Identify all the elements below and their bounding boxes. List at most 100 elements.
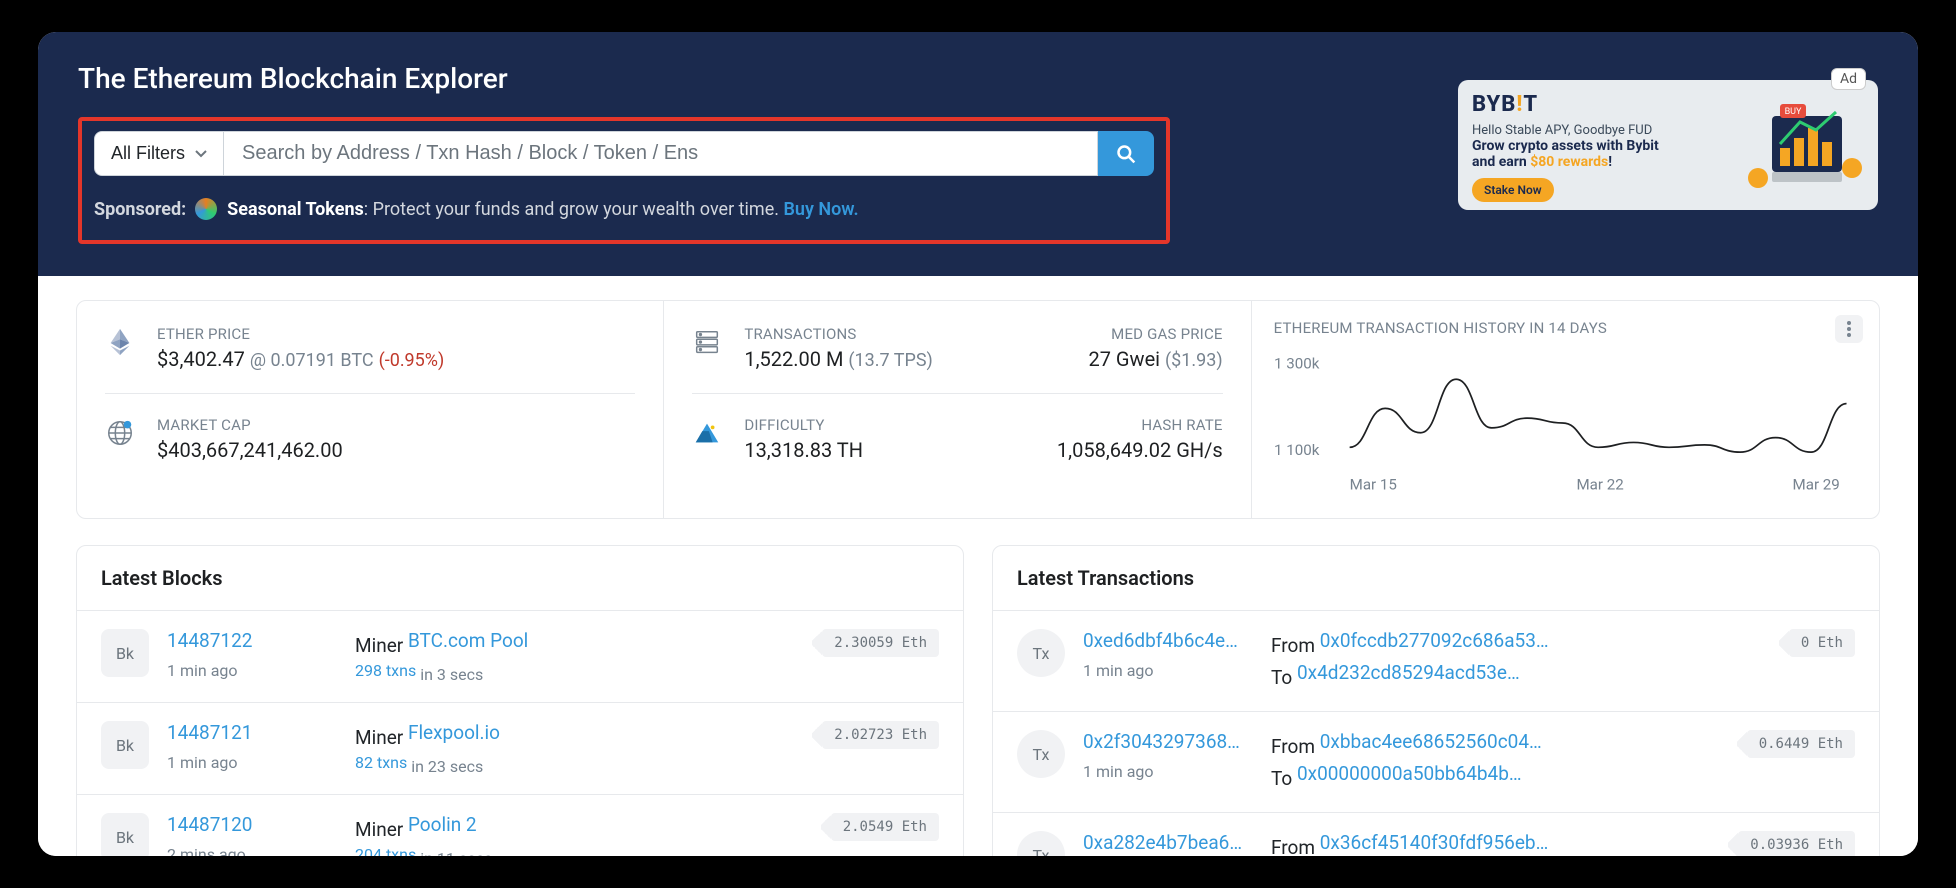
block-reward: 2.0549 Eth [831,813,939,841]
tx-hash-link[interactable]: 0x2f3043297368… [1083,730,1240,753]
block-row: Bk 14487122 1 min ago Miner BTC.com Pool 298… [77,611,963,703]
block-icon: Bk [101,629,149,677]
hero: The Ethereum Blockchain Explorer All Fil… [38,32,1918,276]
ad-line2b: and earn $80 rewards! [1472,154,1744,170]
miner-link[interactable]: Poolin 2 [408,813,477,836]
block-row: Bk 14487120 2 mins ago Miner Poolin 2 204 tx… [77,795,963,856]
buy-now-link[interactable]: Buy Now. [783,199,858,220]
block-icon: Bk [101,813,149,856]
from-link[interactable]: 0x36cf45140f30fdf956eb… [1320,831,1549,854]
tx-age: 1 min ago [1083,762,1253,781]
stat-value: $3,402.47 @ 0.07191 BTC (-0.95%) [157,347,635,371]
tx-age: 1 min ago [1083,661,1253,680]
tx-value: 0 Eth [1789,629,1855,657]
stat-label: MED GAS PRICE [1088,325,1222,343]
tx-from: From 0x0fccdb277092c686a53… [1271,629,1757,657]
stat-chart-col: ETHEREUM TRANSACTION HISTORY IN 14 DAYS … [1252,301,1879,518]
tx-hash-link[interactable]: 0xed6dbf4b6c4e… [1083,629,1238,652]
svg-text:Mar 22: Mar 22 [1576,475,1623,493]
ad-chart-icon: BUY [1744,92,1864,198]
chart-title: ETHEREUM TRANSACTION HISTORY IN 14 DAYS [1274,319,1857,337]
stat-market-cap: MARKET CAP $403,667,241,462.00 [105,393,635,462]
tx-value: 0.03936 Eth [1738,831,1855,856]
block-miner: Miner Poolin 2 [355,813,799,841]
tx-row: Tx 0xed6dbf4b6c4e… 1 min ago From 0x0fccdb2… [993,611,1879,712]
stats-card: ETHER PRICE $3,402.47 @ 0.07191 BTC (-0.… [76,300,1880,519]
ad-logo: BYB!T [1472,92,1744,117]
txns-link[interactable]: 298 txns [355,661,416,680]
ad-illustration: BUY [1744,92,1864,198]
latest-blocks-panel: Latest Blocks Bk 14487122 1 min ago Miner B… [76,545,964,856]
tx-row: Tx0xa282e4b7bea6…1 min agoFrom 0x36cf451… [993,813,1879,856]
svg-text:1 300k: 1 300k [1274,354,1320,372]
miner-link[interactable]: BTC.com Pool [408,629,528,652]
filter-label: All Filters [111,143,185,164]
miner-link[interactable]: Flexpool.io [408,721,500,744]
ethereum-icon [105,327,139,371]
stat-label: TRANSACTIONS [744,325,1088,343]
content: ETHER PRICE $3,402.47 @ 0.07191 BTC (-0.… [38,276,1918,856]
panel-title: Latest Transactions [993,546,1879,611]
search-icon [1116,144,1136,164]
tx-icon: Tx [1017,831,1065,856]
search-input[interactable] [224,131,1098,176]
tx-from: From 0x36cf45140f30fdf956eb… [1271,831,1706,856]
chart-menu-button[interactable] [1835,315,1863,343]
stat-value: 1,522.00 M (13.7 TPS) [744,347,1088,371]
to-link[interactable]: 0x00000000a50bb64b4b… [1297,762,1522,785]
search-area: All Filters Sponsored: Seasonal Tokens: … [78,117,1170,244]
ad-badge: Ad [1831,68,1866,90]
svg-text:Mar 29: Mar 29 [1792,475,1839,493]
ad-card[interactable]: Ad BYB!T Hello Stable APY, Goodbye FUD G… [1458,80,1878,210]
tx-from: From 0xbbac4ee68652560c04… [1271,730,1715,758]
sponsor-logo-icon [195,198,217,220]
latest-transactions-panel: Latest Transactions Tx 0xed6dbf4b6c4e… 1 m… [992,545,1880,856]
txns-link[interactable]: 82 txns [355,753,407,772]
search-button[interactable] [1098,131,1154,176]
to-link[interactable]: 0x4d232cd85294acd53e… [1297,661,1520,684]
filter-dropdown[interactable]: All Filters [94,131,224,176]
block-age: 1 min ago [167,753,337,772]
ad-line2a: Grow crypto assets with Bybit [1472,138,1744,154]
ad-body: BYB!T Hello Stable APY, Goodbye FUD Grow… [1472,92,1744,198]
stat-label: MARKET CAP [157,416,635,434]
tx-to: To 0x4d232cd85294acd53e… [1271,661,1757,689]
stat-ether-price: ETHER PRICE $3,402.47 @ 0.07191 BTC (-0.… [105,325,635,371]
sponsored-label: Sponsored: [94,199,186,220]
block-reward: 2.02723 Eth [822,721,939,749]
block-icon: Bk [101,721,149,769]
tx-row: Tx 0x2f3043297368… 1 min ago From 0xbbac4ee… [993,712,1879,813]
stat-label: DIFFICULTY [744,416,1057,434]
from-link[interactable]: 0xbbac4ee68652560c04… [1320,730,1542,753]
stat-label: ETHER PRICE [157,325,635,343]
block-miner: Miner BTC.com Pool [355,629,790,657]
stat-value: 27 Gwei ($1.93) [1088,347,1222,371]
tx-icon: Tx [1017,629,1065,677]
txns-link[interactable]: 204 txns [355,845,416,856]
block-miner: Miner Flexpool.io [355,721,790,749]
block-txns: 298 txns in 3 secs [355,661,790,684]
block-age: 1 min ago [167,661,337,680]
stat-value: 13,318.83 TH [744,438,1057,462]
block-number-link[interactable]: 14487122 [167,629,252,652]
ad-cta-button[interactable]: Stake Now [1472,178,1554,202]
tx-history-chart: 1 300k 1 100k Mar 15 Mar 22 Mar 29 [1274,349,1857,500]
sponsor-text: : Protect your funds and grow your wealt… [364,199,779,220]
svg-text:BUY: BUY [1785,107,1802,117]
block-number-link[interactable]: 14487121 [167,721,252,744]
from-link[interactable]: 0x0fccdb277092c686a53… [1320,629,1549,652]
ad-line1: Hello Stable APY, Goodbye FUD [1472,123,1744,138]
server-icon [692,327,726,371]
block-age: 2 mins ago [167,845,337,856]
stat-label: HASH RATE [1057,416,1223,434]
sponsor-brand: Seasonal Tokens [227,199,364,220]
chevron-down-icon [195,148,207,160]
tx-hash-link[interactable]: 0xa282e4b7bea6… [1083,831,1242,854]
tx-icon: Tx [1017,730,1065,778]
block-number-link[interactable]: 14487120 [167,813,252,836]
sponsored-row: Sponsored: Seasonal Tokens: Protect your… [94,198,1154,222]
stat-value: $403,667,241,462.00 [157,438,635,462]
block-txns: 82 txns in 23 secs [355,753,790,776]
gauge-icon [692,418,726,462]
panel-title: Latest Blocks [77,546,963,611]
